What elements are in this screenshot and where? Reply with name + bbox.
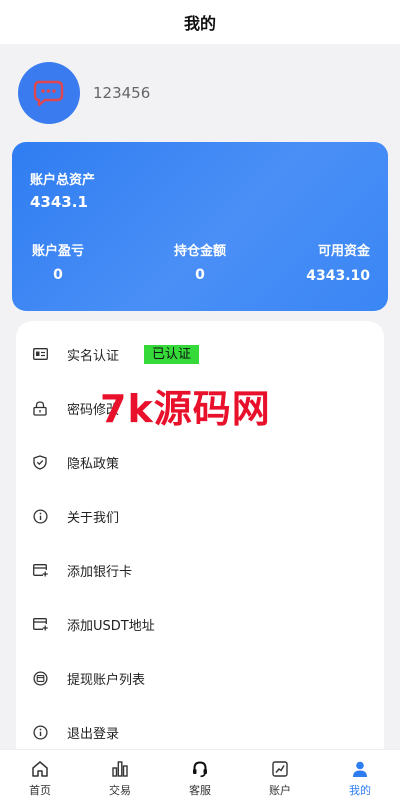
tab-label: 客服	[189, 784, 211, 797]
menu-item-label: 添加USDT地址	[67, 618, 155, 634]
available-stat: 可用资金 4343.10	[306, 240, 370, 284]
home-icon	[30, 759, 50, 779]
available-label: 可用资金	[317, 244, 370, 259]
menu-item-label: 添加银行卡	[67, 564, 133, 580]
tab-trade[interactable]: 交易	[80, 750, 160, 804]
total-assets-value: 4343.1	[30, 193, 88, 211]
profile-section: 123456	[18, 62, 150, 124]
tab-mine[interactable]: 我的	[320, 750, 400, 804]
menu-item-about-us[interactable]: 关于我们	[16, 496, 384, 536]
menu-item-label: 关于我们	[67, 510, 120, 526]
watermark: 7k源码网	[100, 387, 271, 431]
page-title: 我的	[183, 14, 216, 33]
tab-account[interactable]: 账户	[240, 750, 320, 804]
pnl-stat: 账户盈亏 0	[30, 240, 86, 283]
username: 123456	[93, 84, 151, 102]
menu-item-label: 实名认证	[67, 348, 120, 364]
tab-label: 我的	[349, 784, 371, 797]
menu-item-logout[interactable]: 退出登录	[16, 712, 384, 752]
card-add-icon	[32, 616, 48, 632]
top-bar: 我的	[0, 0, 400, 44]
position-label: 持仓金额	[173, 244, 226, 259]
asset-card: 账户总资产 4343.1 账户盈亏 0 持仓金额 0 可用资金 4343.10	[12, 142, 388, 311]
verified-badge: 已认证	[144, 345, 200, 364]
wallet-list-icon	[32, 670, 48, 686]
info-icon	[32, 508, 48, 524]
menu-item-label: 退出登录	[67, 726, 120, 742]
total-assets-label: 账户总资产	[30, 173, 96, 188]
bar-chart-icon	[110, 759, 130, 779]
menu-item-label: 隐私政策	[67, 456, 120, 472]
tab-label: 首页	[29, 784, 51, 797]
tab-label: 账户	[269, 784, 291, 797]
position-stat: 持仓金额 0	[170, 240, 230, 283]
tab-label: 交易	[109, 784, 131, 797]
chart-box-icon	[270, 759, 290, 779]
pnl-value: 0	[53, 267, 63, 283]
menu-item-privacy-policy[interactable]: 隐私政策	[16, 442, 384, 482]
menu-item-add-usdt-address[interactable]: 添加USDT地址	[16, 604, 384, 644]
user-icon	[350, 759, 370, 779]
card-add-icon	[32, 562, 48, 578]
pnl-label: 账户盈亏	[31, 244, 84, 259]
menu-item-add-bank-card[interactable]: 添加银行卡	[16, 550, 384, 590]
tab-home[interactable]: 首页	[0, 750, 80, 804]
chat-bubble-icon	[33, 80, 64, 107]
bottom-tab-bar: 首页 交易 客服 账户 我的	[0, 749, 400, 804]
info-icon	[32, 724, 48, 740]
tab-customer-service[interactable]: 客服	[160, 750, 240, 804]
menu-item-withdraw-accounts[interactable]: 提现账户列表	[16, 658, 384, 698]
headset-icon	[190, 759, 210, 779]
lock-icon	[32, 400, 48, 416]
menu-item-real-name[interactable]: 实名认证 已认证	[16, 334, 384, 374]
shield-icon	[32, 454, 48, 470]
position-value: 0	[195, 267, 205, 283]
available-value: 4343.10	[306, 268, 370, 284]
avatar[interactable]	[18, 62, 80, 124]
menu-item-label: 提现账户列表	[67, 672, 146, 688]
id-card-icon	[32, 346, 48, 362]
